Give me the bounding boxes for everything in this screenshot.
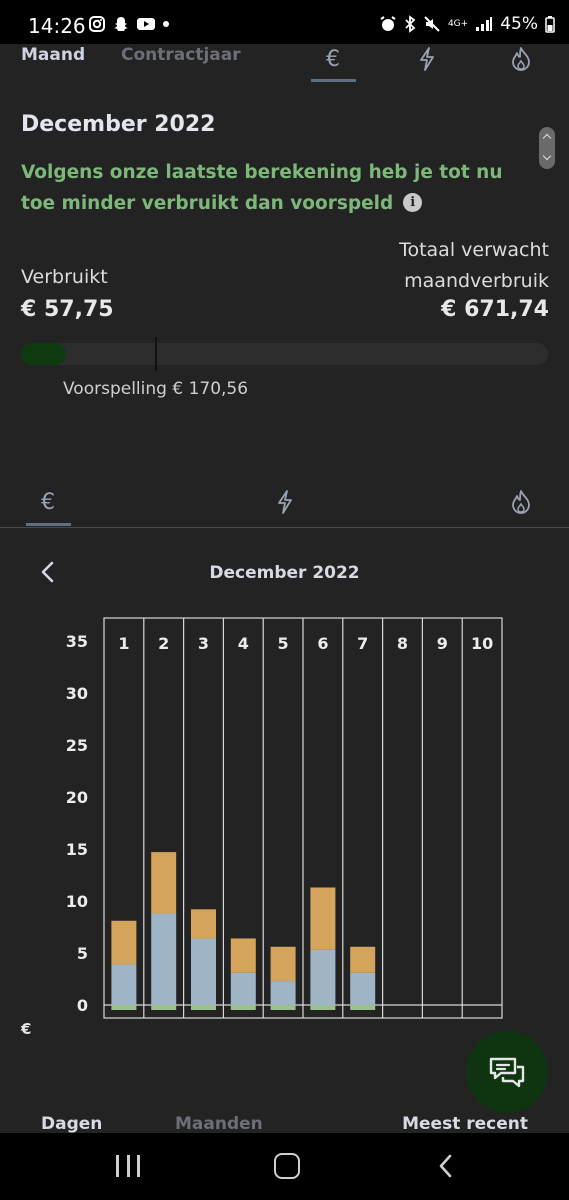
consumed-label: Verbruikt [21, 266, 108, 288]
alarm-icon [380, 16, 396, 31]
bar-base-marker [310, 1005, 336, 1010]
x-tick-label: 2 [158, 634, 169, 653]
y-tick-label: 0 [77, 996, 88, 1015]
euro-icon[interactable]: € [32, 486, 64, 518]
dot-icon [163, 21, 169, 27]
period-tabs: Maand Contractjaar € [0, 44, 569, 84]
y-tick-label: 5 [77, 944, 88, 963]
x-tick-label: 5 [278, 634, 289, 653]
back-icon[interactable] [436, 1153, 456, 1179]
bar-segment [350, 946, 376, 973]
youtube-icon [137, 18, 155, 30]
y-tick-label: 10 [66, 892, 88, 911]
scroll-handle[interactable] [539, 127, 555, 169]
battery-icon [545, 16, 555, 33]
x-tick-label: 9 [437, 634, 448, 653]
chart-energy-tabs: € [0, 478, 569, 528]
bar-segment [270, 981, 296, 1005]
bar-base-marker [111, 1005, 137, 1010]
bar-segment [310, 887, 336, 950]
network-type: 4G+ [447, 19, 469, 29]
daily-cost-chart[interactable]: 35 30 25 20 15 10 5 0 1 2 3 4 5 6 7 8 9 10 [0, 600, 569, 1030]
x-tick-label: 10 [471, 634, 493, 653]
active-tab-indicator [26, 523, 71, 526]
instagram-icon [89, 16, 105, 32]
y-tick-label: 25 [66, 736, 88, 755]
system-icons: 4G+ 45% [379, 14, 555, 34]
x-tick-label: 8 [397, 634, 408, 653]
bar-segment [111, 964, 137, 1005]
chart-month-title: December 2022 [209, 563, 360, 583]
consumption-message: Volgens onze laatste berekening heb je t… [21, 157, 541, 219]
euro-icon[interactable]: € [318, 44, 348, 74]
consumption-progress-fill [21, 343, 66, 365]
active-tab-indicator [311, 79, 356, 82]
bar-segment [310, 949, 336, 1005]
y-tick-label: 20 [66, 788, 88, 807]
bluetooth-icon [405, 15, 416, 33]
forecast-label: Voorspelling € 170,56 [63, 379, 249, 399]
tab-contractjaar[interactable]: Contractjaar [121, 45, 241, 65]
expected-total-label: Totaal verwacht maandverbruik [399, 239, 549, 292]
months-toggle[interactable]: Maanden [175, 1114, 263, 1134]
bar-segment [191, 909, 216, 939]
system-navigation-bar [0, 1133, 569, 1200]
electricity-icon[interactable] [269, 486, 301, 518]
bar-base-marker [230, 1005, 256, 1010]
most-recent-button[interactable]: Meest recent [402, 1114, 528, 1134]
bar-segment [350, 972, 376, 1005]
x-tick-label: 3 [198, 634, 209, 653]
battery-percent: 45% [500, 14, 538, 34]
info-icon[interactable]: i [403, 192, 423, 212]
chat-button[interactable] [466, 1031, 548, 1113]
signal-icon [476, 17, 493, 31]
consumption-message-text: Volgens onze laatste berekening heb je t… [21, 162, 503, 214]
consumed-value: € 57,75 [21, 297, 114, 322]
recents-icon[interactable] [116, 1155, 140, 1177]
bar-segment [230, 972, 256, 1005]
days-toggle[interactable]: Dagen [41, 1114, 102, 1134]
bar-segment [230, 938, 256, 973]
bar-base-marker [270, 1005, 296, 1010]
x-tick-label: 4 [238, 634, 249, 653]
y-tick-label: 15 [66, 840, 88, 859]
bar-base-marker [191, 1005, 216, 1010]
notification-icons [88, 15, 170, 33]
snapchat-icon [114, 17, 128, 31]
y-tick-label: 30 [66, 684, 88, 703]
gas-flame-icon[interactable] [505, 486, 537, 518]
bar-base-marker [151, 1005, 177, 1010]
y-tick-label: 35 [66, 632, 88, 651]
bar-segment [151, 913, 177, 1005]
status-time: 14:26 [28, 14, 86, 38]
x-tick-label: 1 [118, 634, 129, 653]
consumption-progress-bar [21, 343, 548, 365]
bar-segment [111, 920, 137, 965]
summary-month-title: December 2022 [21, 112, 216, 137]
forecast-marker [155, 337, 157, 371]
gas-flame-icon[interactable] [506, 44, 536, 74]
bar-segment [191, 938, 216, 1005]
x-tick-label: 6 [317, 634, 328, 653]
home-icon[interactable] [274, 1153, 300, 1179]
bar-base-marker [350, 1005, 376, 1010]
electricity-icon[interactable] [412, 44, 442, 74]
expected-total-value: € 671,74 [441, 297, 549, 322]
chat-icon [489, 1057, 525, 1088]
tab-maand[interactable]: Maand [21, 45, 85, 65]
y-axis-unit: € [21, 1020, 32, 1038]
bar-segment [270, 946, 296, 982]
mute-icon [424, 16, 440, 32]
x-tick-label: 7 [357, 634, 368, 653]
bar-segment [151, 852, 177, 914]
